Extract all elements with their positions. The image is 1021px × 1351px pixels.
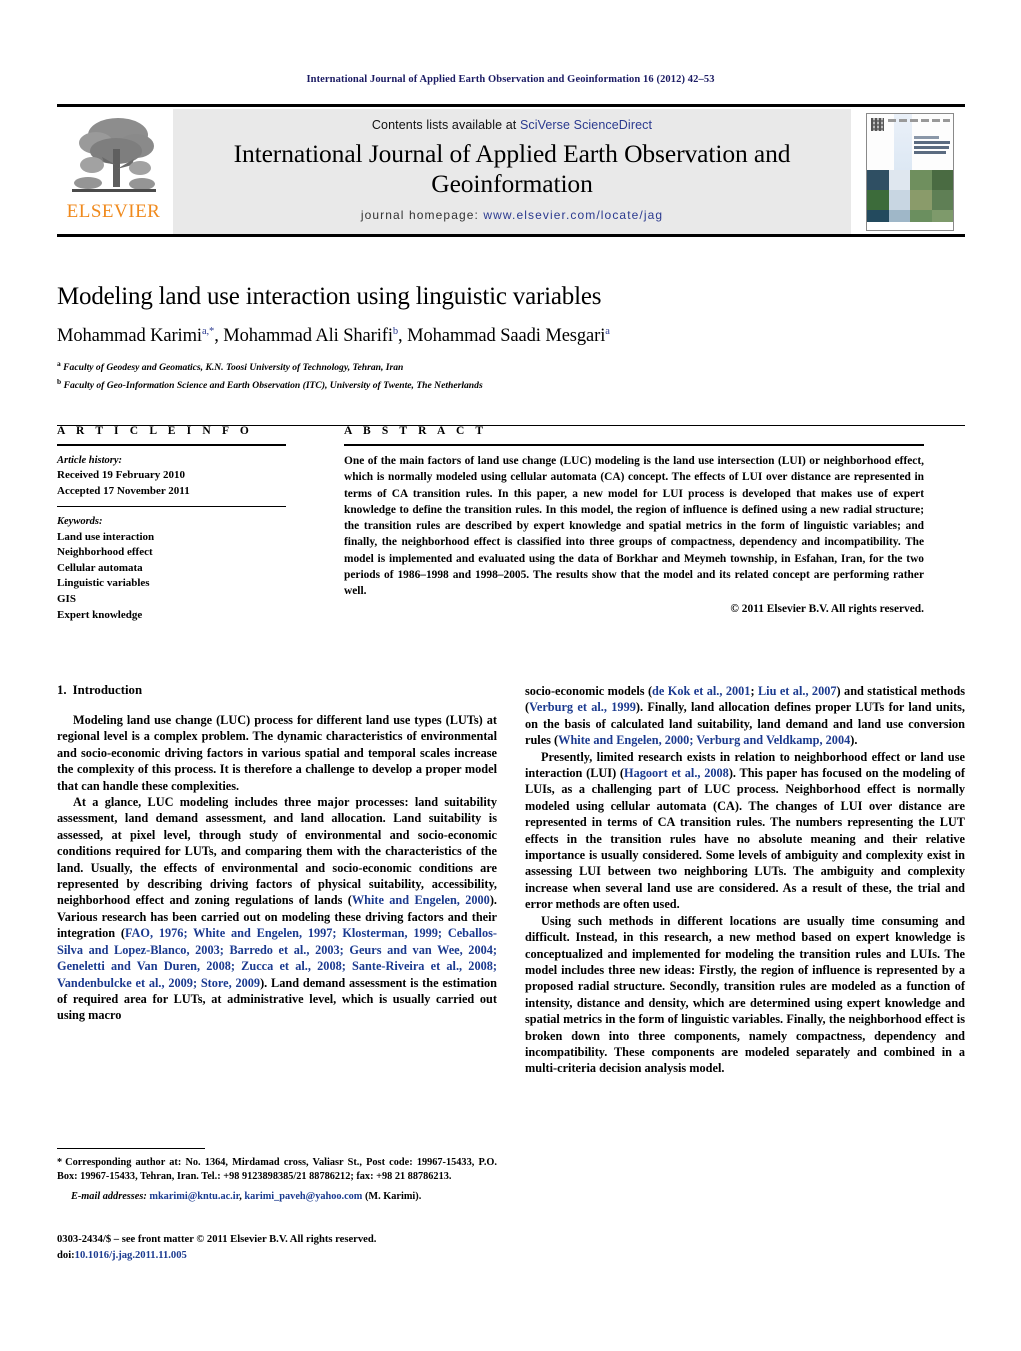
article-history-received: Received 19 February 2010 xyxy=(57,469,185,482)
author-name: Mohammad Saadi Mesgari xyxy=(407,325,606,346)
affiliation-text: Faculty of Geodesy and Geomatics, K.N. T… xyxy=(63,362,404,374)
keyword-item: Linguistic variables xyxy=(57,577,150,590)
affiliation-mark: a xyxy=(57,358,61,368)
author-name: Mohammad Ali Sharifi xyxy=(223,325,393,346)
cover-title-lines xyxy=(914,135,950,156)
masthead-rule-top xyxy=(57,104,965,107)
body-paragraph: Using such methods in different location… xyxy=(525,913,965,1076)
paper-page: International Journal of Applied Earth O… xyxy=(0,0,1021,1351)
issn-front-matter: 0303-2434/$ – see front matter © 2011 El… xyxy=(57,1234,377,1245)
cover-logo-mark xyxy=(871,117,884,131)
affiliation-text: Faculty of Geo-Information Science and E… xyxy=(63,379,483,391)
paragraph-text: ). xyxy=(850,733,858,748)
paragraph-text: ; xyxy=(750,684,758,698)
email-link-secondary[interactable]: karimi_paveh@yahoo.com xyxy=(244,1191,362,1202)
author-marks: a xyxy=(605,325,610,337)
author-name: Mohammad Karimi xyxy=(57,325,202,346)
author-marks: b xyxy=(392,325,399,337)
article-history-label: Article history: xyxy=(57,455,123,466)
abstract-rule xyxy=(344,444,924,446)
abstract-column: A B S T R A C T One of the main factors … xyxy=(304,425,924,623)
section-heading-introduction: 1. Introduction xyxy=(57,683,497,698)
title-block: Modeling land use interaction using ling… xyxy=(57,283,965,393)
cover-photo-mosaic xyxy=(867,169,953,230)
elsevier-logo: ELSEVIER xyxy=(57,109,170,234)
abstract-text: One of the main factors of land use chan… xyxy=(344,455,924,598)
masthead-rule-bottom xyxy=(57,234,965,237)
body-paragraph: socio-economic models (de Kok et al., 20… xyxy=(525,683,965,749)
paragraph-text: At a glance, LUC modeling includes three… xyxy=(57,795,497,908)
article-info-heading: A R T I C L E I N F O xyxy=(57,425,253,437)
journal-title: International Journal of Applied Earth O… xyxy=(233,139,791,198)
cover-header-text xyxy=(888,118,950,122)
email-note: E-mail addresses: mkarimi@kntu.ac.ir, ka… xyxy=(57,1190,497,1204)
author-marks: a,* xyxy=(201,325,215,337)
masthead-center: Contents lists available at SciVerse Sci… xyxy=(173,109,851,234)
body-right-column: socio-economic models (de Kok et al., 20… xyxy=(525,683,965,1077)
elsevier-wordmark: ELSEVIER xyxy=(66,201,161,222)
body-columns: 1. Introduction Modeling land use change … xyxy=(57,683,965,1077)
citation-link[interactable]: Hagoort et al., 2008 xyxy=(624,766,729,780)
citation-link[interactable]: White and Engelen, 2000; Verburg and Vel… xyxy=(558,733,850,747)
citation-link[interactable]: Verburg et al., 1999 xyxy=(529,700,636,714)
article-history-accepted: Accepted 17 November 2011 xyxy=(57,484,190,497)
citation-link[interactable]: Liu et al., 2007 xyxy=(758,684,837,698)
journal-masthead: ELSEVIER Contents lists available at Sci… xyxy=(57,104,965,237)
footnote-star-mark: * xyxy=(57,1157,63,1168)
affiliation-item: a Faculty of Geodesy and Geomatics, K.N.… xyxy=(57,358,965,376)
keyword-item: Cellular automata xyxy=(57,561,143,574)
journal-cover-thumbnail xyxy=(855,109,965,234)
keywords-rule xyxy=(57,506,286,508)
paragraph-text: socio-economic models ( xyxy=(525,684,653,698)
abstract-copyright: © 2011 Elsevier B.V. All rights reserved… xyxy=(730,602,924,615)
article-info-rule xyxy=(57,444,286,446)
cover-inner xyxy=(866,112,954,231)
elsevier-tree-icon xyxy=(71,118,156,192)
citation-link[interactable]: de Kok et al., 2001 xyxy=(652,684,750,698)
doi-line: doi:10.1016/j.jag.2011.11.005 xyxy=(57,1248,497,1264)
affiliation-item: b Faculty of Geo-Information Science and… xyxy=(57,376,965,394)
body-left-column: 1. Introduction Modeling land use change … xyxy=(57,683,497,1077)
section-number: 1. xyxy=(57,683,67,697)
body-paragraph: Modeling land use change (LUC) process f… xyxy=(57,713,497,793)
email-link-primary[interactable]: mkarimi@kntu.ac.ir xyxy=(149,1191,239,1202)
contents-prefix: Contents lists available at xyxy=(371,118,520,132)
corresponding-author-text: Corresponding author at: No. 1364, Mirda… xyxy=(57,1157,497,1182)
sciencedirect-link[interactable]: SciVerse ScienceDirect xyxy=(520,118,652,132)
corresponding-author-note: * Corresponding author at: No. 1364, Mird… xyxy=(57,1156,497,1184)
body-paragraph: Presently, limited research exists in re… xyxy=(525,749,965,913)
keyword-item: Expert knowledge xyxy=(57,608,143,621)
footnote-block: * Corresponding author at: No. 1364, Mird… xyxy=(57,1148,497,1204)
affiliation-list: a Faculty of Geodesy and Geomatics, K.N.… xyxy=(57,358,965,393)
journal-homepage-line: journal homepage: www.elsevier.com/locat… xyxy=(173,208,851,222)
article-info-column: A R T I C L E I N F O Article history: R… xyxy=(57,425,304,623)
keywords-label: Keywords: xyxy=(57,516,103,528)
homepage-label: journal homepage: xyxy=(360,208,484,223)
author-list: Mohammad Karimia,*, Mohammad Ali Sharifi… xyxy=(57,325,610,346)
homepage-url-link[interactable]: www.elsevier.com/locate/jag xyxy=(483,208,663,222)
doi-link[interactable]: 10.1016/j.jag.2011.11.005 xyxy=(75,1250,187,1261)
section-title: Introduction xyxy=(72,683,143,697)
citation-link[interactable]: White and Engelen, 2000 xyxy=(352,893,490,907)
footnote-rule xyxy=(57,1148,205,1149)
paragraph-text: ). This paper has focused on the modelin… xyxy=(525,766,965,912)
imprint-block: 0303-2434/$ – see front matter © 2011 El… xyxy=(57,1232,497,1264)
keyword-item: Land use interaction xyxy=(57,530,155,543)
body-paragraph: At a glance, LUC modeling includes three… xyxy=(57,794,497,1024)
page-title: Modeling land use interaction using ling… xyxy=(57,283,602,310)
info-abstract-section: A R T I C L E I N F O Article history: R… xyxy=(57,425,965,623)
affiliation-mark: b xyxy=(57,376,62,386)
info-abstract-columns: A R T I C L E I N F O Article history: R… xyxy=(57,425,965,623)
abstract-heading: A B S T R A C T xyxy=(344,425,488,437)
running-head: International Journal of Applied Earth O… xyxy=(306,74,715,85)
keyword-item: Neighborhood effect xyxy=(57,546,153,559)
contents-list-line: Contents lists available at SciVerse Sci… xyxy=(173,109,851,132)
keywords-block: Keywords: Land use interaction Neighborh… xyxy=(57,514,286,623)
keyword-item: GIS xyxy=(57,593,76,606)
email-owner: (M. Karimi). xyxy=(364,1191,422,1202)
email-label: E-mail addresses: xyxy=(71,1191,147,1202)
doi-label: doi: xyxy=(57,1249,75,1261)
info-abstract-top-rule xyxy=(57,425,965,426)
cover-footer xyxy=(867,221,953,230)
